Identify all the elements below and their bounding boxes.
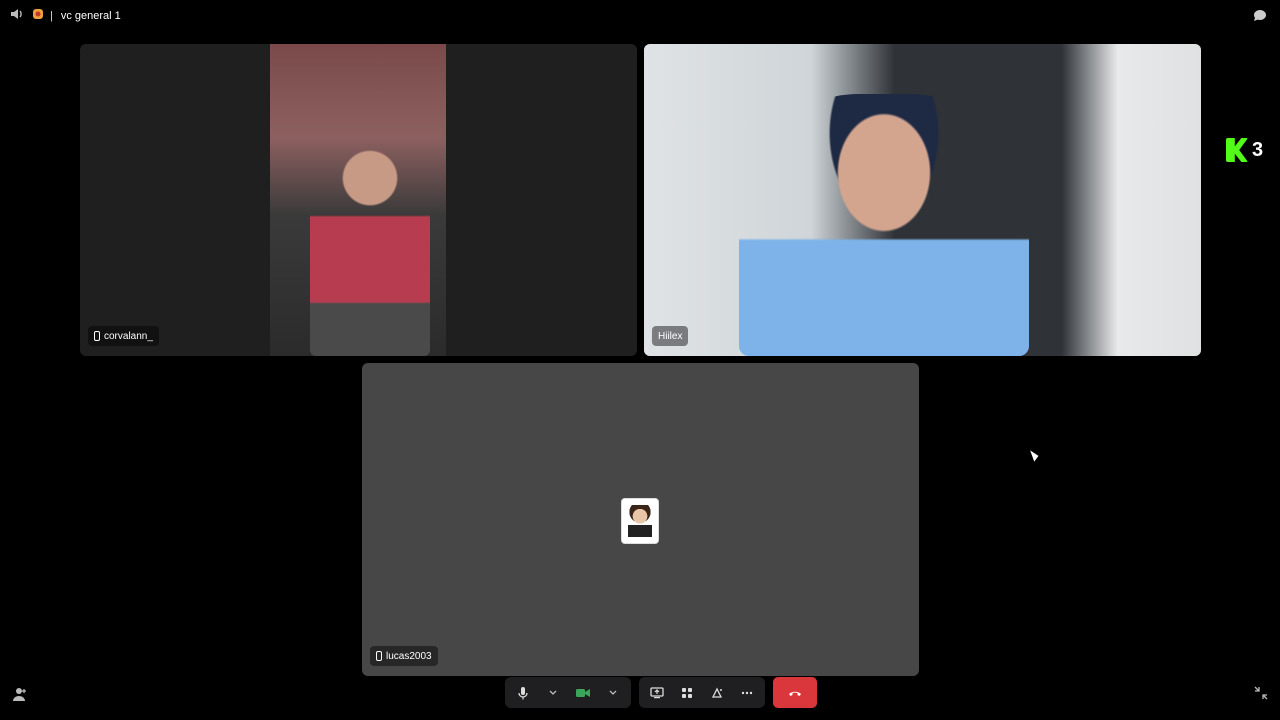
activities-icon[interactable]: [675, 681, 699, 705]
media-controls-group: [505, 677, 631, 708]
hang-up-icon: [788, 684, 802, 702]
mouse-cursor-icon: [1030, 448, 1040, 462]
channel-name: vc general 1: [60, 9, 121, 22]
soundboard-icon[interactable]: [705, 681, 729, 705]
camera-options-chevron-icon[interactable]: [601, 681, 625, 705]
activity-controls-group: [639, 677, 765, 708]
video-tile-hiilex[interactable]: Hiilex: [644, 44, 1201, 356]
chat-icon[interactable]: [1252, 8, 1268, 24]
user-nameplate: lucas2003: [370, 646, 438, 666]
username-label: corvalann_: [104, 330, 153, 342]
mobile-icon: [94, 331, 100, 341]
mobile-icon: [376, 651, 382, 661]
user-nameplate: Hiilex: [652, 326, 689, 346]
video-tile-corvalann[interactable]: corvalann_: [80, 44, 637, 356]
mic-options-chevron-icon[interactable]: [541, 681, 565, 705]
overlay-number: 3: [1252, 138, 1264, 161]
more-icon[interactable]: [735, 681, 759, 705]
video-stream: [644, 44, 1201, 356]
avatar-tile-lucas2003[interactable]: lucas2003: [362, 363, 919, 676]
channel-header: | vc general 1: [10, 8, 121, 23]
avatar: [622, 499, 658, 543]
kick-overlay: 3: [1226, 138, 1263, 162]
camera-icon[interactable]: [571, 681, 595, 705]
title-separator: |: [50, 9, 53, 22]
speaker-icon[interactable]: [10, 8, 24, 23]
username-label: lucas2003: [386, 650, 432, 662]
minimize-icon[interactable]: [1254, 686, 1268, 700]
video-stream: [270, 44, 446, 356]
hang-up-button[interactable]: [773, 677, 817, 708]
kick-logo-icon: [1226, 138, 1248, 162]
microphone-icon[interactable]: [511, 681, 535, 705]
call-controls: [505, 677, 817, 708]
top-bar: | vc general 1: [0, 0, 1280, 32]
user-nameplate: corvalann_: [88, 326, 159, 346]
add-user-icon[interactable]: [12, 686, 28, 702]
username-label: Hiilex: [658, 330, 683, 342]
screen-share-icon[interactable]: [645, 681, 669, 705]
server-icon[interactable]: [32, 8, 44, 23]
